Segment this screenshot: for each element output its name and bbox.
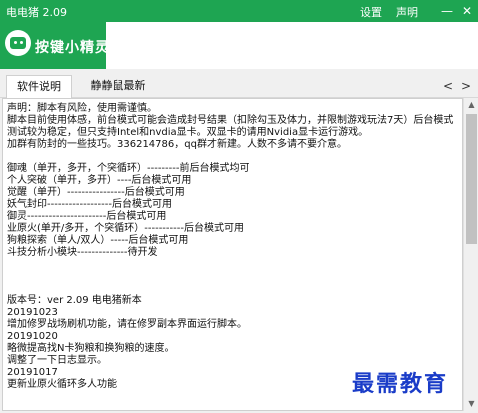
vertical-scrollbar[interactable]: ▲ ▼ bbox=[463, 98, 478, 411]
tab-bar: 软件说明 静静鼠最新 < > bbox=[0, 75, 478, 98]
window-title: 电电猪 2.09 bbox=[6, 6, 67, 19]
banner-panel bbox=[106, 22, 478, 69]
scroll-thumb[interactable] bbox=[466, 114, 477, 244]
minimize-button[interactable]: — bbox=[438, 2, 456, 20]
text-line: 御魂（单开，多开，个突循环）---------前后台模式均可 bbox=[7, 163, 250, 174]
text-line: 声明：脚本有风险，使用需谨慎。 bbox=[7, 103, 157, 114]
settings-link[interactable]: 设置 bbox=[360, 4, 382, 20]
tab-latest[interactable]: 静静鼠最新 bbox=[80, 75, 156, 97]
text-line: 调整了一下日志显示。 bbox=[7, 355, 107, 366]
text-line: 觉醒（单开）----------------后台模式可用 bbox=[7, 187, 185, 198]
logo-face bbox=[10, 37, 26, 49]
scroll-down-icon[interactable]: ▼ bbox=[464, 397, 478, 411]
close-button[interactable]: ✕ bbox=[458, 2, 476, 20]
text-line: 加群有防封的一些技巧。336214786，qq群才新建。人数不多请不要介意。 bbox=[7, 139, 347, 150]
text-line: 业原火(单开/多开，个突循环）-----------后台模式可用 bbox=[7, 223, 244, 234]
tab-software-info[interactable]: 软件说明 bbox=[6, 75, 72, 98]
brand-name: 按键小精灵 bbox=[35, 40, 110, 56]
title-bar: 电电猪 2.09 设置 声明 — ✕ bbox=[0, 0, 478, 22]
logo-eye-left bbox=[14, 41, 17, 44]
text-line: 斗技分析小模块--------------待开发 bbox=[7, 247, 158, 258]
text-line: 增加修罗战场刷机功能，请在修罗副本界面运行脚本。 bbox=[7, 319, 247, 330]
logo-eye-right bbox=[20, 41, 23, 44]
text-line: 略微提高找N卡狗粮和换狗粮的速度。 bbox=[7, 343, 175, 354]
tab-next-icon[interactable]: > bbox=[458, 78, 474, 94]
text-line: 版本号：ver 2.09 电电猪新本 bbox=[7, 295, 142, 306]
text-line: 测试较为稳定，但只支持Intel和nvdia显卡。双显卡的请用Nvidia显卡运… bbox=[7, 127, 369, 138]
tab-prev-icon[interactable]: < bbox=[440, 78, 456, 94]
text-line: 脚本目前使用体感，前台模式可能会造成封号结果（扣除勾玉及体力，并限制游戏玩法7天… bbox=[7, 115, 454, 126]
text-line: 更新业原火循环多人功能 bbox=[7, 379, 117, 390]
text-line: 狗粮探索（单人/双人）-----后台模式可用 bbox=[7, 235, 189, 246]
info-text-area[interactable]: 声明：脚本有风险，使用需谨慎。 脚本目前使用体感，前台模式可能会造成封号结果（扣… bbox=[2, 98, 463, 411]
header-banner: 按键小精灵 bbox=[0, 22, 478, 69]
logo-icon bbox=[5, 30, 31, 56]
text-line: 御灵----------------------后台模式可用 bbox=[7, 211, 167, 222]
statement-link[interactable]: 声明 bbox=[396, 4, 418, 20]
watermark: 最需教育 bbox=[352, 371, 449, 397]
text-line: 20191017 bbox=[7, 367, 58, 378]
text-line: 个人突破（单开，多开）----后台模式可用 bbox=[7, 175, 192, 186]
text-line: 20191020 bbox=[7, 331, 58, 342]
text-line: 20191023 bbox=[7, 307, 58, 318]
title-links: 设置 声明 bbox=[360, 4, 418, 20]
text-line: 妖气封印------------------后台模式可用 bbox=[7, 199, 172, 210]
scroll-up-icon[interactable]: ▲ bbox=[464, 98, 478, 112]
